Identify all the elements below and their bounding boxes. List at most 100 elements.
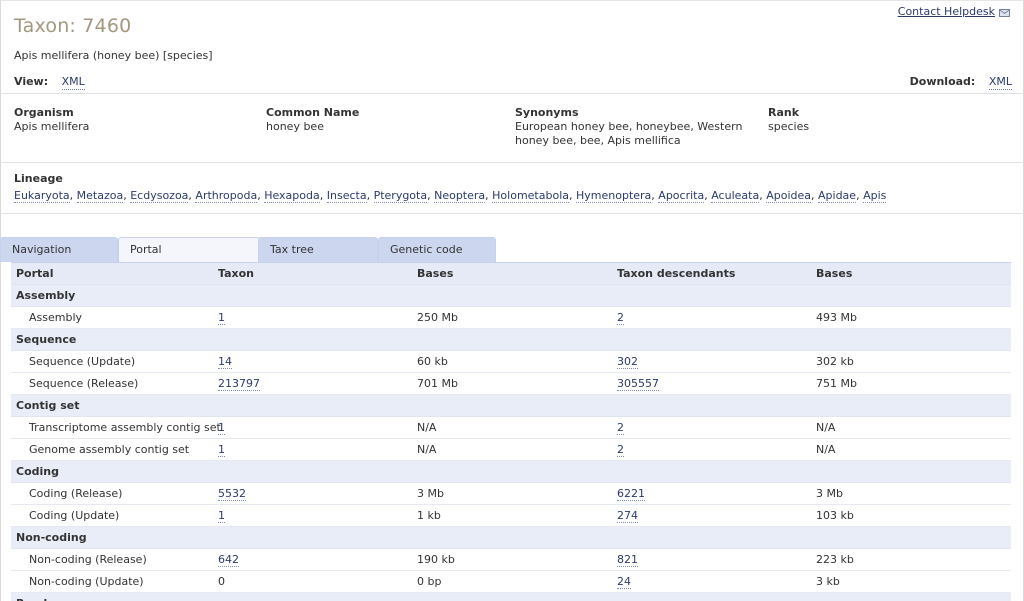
table-cell[interactable]: 642 bbox=[218, 549, 413, 571]
lineage-link-apoidea[interactable]: Apoidea bbox=[766, 189, 811, 203]
lineage-link-hymenoptera[interactable]: Hymenoptera bbox=[576, 189, 652, 203]
view-xml-link[interactable]: XML bbox=[61, 75, 85, 90]
table-cell-link[interactable]: 14 bbox=[218, 355, 232, 369]
table-cell[interactable]: 1 bbox=[218, 439, 413, 461]
table-cell: Coding (Release) bbox=[29, 487, 123, 500]
lineage-link-apocrita[interactable]: Apocrita bbox=[658, 189, 705, 203]
table-cell-link[interactable]: 5532 bbox=[218, 487, 246, 501]
table-cell[interactable]: 821 bbox=[617, 549, 812, 571]
table-cell[interactable]: 1 bbox=[218, 505, 413, 527]
table-row: Genome assembly contig set 1 N/A 2 N/A bbox=[11, 439, 1011, 461]
table-cell[interactable]: 5532 bbox=[218, 483, 413, 505]
mail-icon[interactable] bbox=[999, 7, 1010, 17]
column-header: Taxon bbox=[218, 267, 254, 280]
table-cell: Sequence (Update) bbox=[29, 355, 136, 368]
table-group-row: Coding bbox=[11, 461, 1011, 483]
tab-bar: Navigation Portal Tax tree Genetic code bbox=[0, 237, 1024, 262]
table-cell: 3 kb bbox=[816, 575, 840, 588]
table-cell[interactable]: 6221 bbox=[617, 483, 812, 505]
column-header: Portal bbox=[16, 267, 54, 280]
table-cell-link[interactable]: 6221 bbox=[617, 487, 645, 501]
lineage-link-apis[interactable]: Apis bbox=[863, 189, 887, 203]
organism-label: Organism bbox=[14, 106, 74, 119]
synonyms-value: European honey bee, honeybee, Western ho… bbox=[515, 120, 743, 147]
page-title: Taxon: 7460 bbox=[14, 15, 132, 37]
lineage-link-ecdysozoa[interactable]: Ecdysozoa bbox=[130, 189, 189, 203]
table-cell-link[interactable]: 1 bbox=[218, 443, 225, 457]
lineage-link-metazoa[interactable]: Metazoa bbox=[76, 189, 124, 203]
table-cell[interactable]: 213797 bbox=[218, 373, 413, 395]
tab-genetic-code[interactable]: Genetic code bbox=[378, 237, 496, 262]
table-row: Coding (Update) 1 1 kb 274 103 kb bbox=[11, 505, 1011, 527]
table-row: Assembly 1 250 Mb 2 493 Mb bbox=[11, 307, 1011, 329]
table-cell: N/A bbox=[816, 421, 836, 434]
table-row: Non-coding (Update) 0 0 bp 24 3 kb bbox=[11, 571, 1011, 593]
column-header: Bases bbox=[417, 267, 454, 280]
attribute-grid: Organism Apis mellifera Common Name hone… bbox=[0, 105, 1024, 163]
table-cell-link[interactable]: 24 bbox=[617, 575, 631, 589]
rank-label: Rank bbox=[768, 106, 800, 119]
rank-value: species bbox=[768, 120, 810, 133]
table-cell-link[interactable]: 1 bbox=[218, 509, 225, 523]
group-label: Coding bbox=[16, 465, 59, 478]
lineage-link-arthropoda[interactable]: Arthropoda bbox=[195, 189, 258, 203]
table-cell: 302 kb bbox=[816, 355, 854, 368]
table-cell-link[interactable]: 2 bbox=[617, 443, 624, 457]
tab-navigation[interactable]: Navigation bbox=[0, 237, 118, 262]
table-cell-link[interactable]: 2 bbox=[617, 311, 624, 325]
table-cell[interactable]: 2 bbox=[617, 307, 812, 329]
table-cell-link[interactable]: 2 bbox=[617, 421, 624, 435]
lineage-link-holometabola[interactable]: Holometabola bbox=[492, 189, 569, 203]
table-cell[interactable]: 2 bbox=[617, 417, 812, 439]
table-cell-link[interactable]: 274 bbox=[617, 509, 638, 523]
lineage-link-apidae[interactable]: Apidae bbox=[818, 189, 857, 203]
attribute-common-name: Common Name honey bee bbox=[266, 105, 506, 134]
group-label: Assembly bbox=[16, 289, 76, 302]
table-cell: 3 Mb bbox=[816, 487, 843, 500]
table-header-row: Portal Taxon Bases Taxon descendants Bases bbox=[11, 263, 1011, 285]
table-cell[interactable]: 305557 bbox=[617, 373, 812, 395]
table-group-row: Read bbox=[11, 593, 1011, 601]
table-cell-link[interactable]: 1 bbox=[218, 311, 225, 325]
lineage-link-neoptera[interactable]: Neoptera bbox=[434, 189, 486, 203]
lineage-link-pterygota[interactable]: Pterygota bbox=[373, 189, 428, 203]
table-cell-link[interactable]: 305557 bbox=[617, 377, 659, 391]
table-cell[interactable]: 1 bbox=[218, 417, 413, 439]
table-cell-link[interactable]: 213797 bbox=[218, 377, 260, 391]
group-label: Read bbox=[16, 593, 216, 601]
tab-portal[interactable]: Portal bbox=[118, 237, 260, 262]
table-cell-link[interactable]: 302 bbox=[617, 355, 638, 369]
download-xml-link[interactable]: XML bbox=[988, 75, 1012, 90]
table-cell[interactable]: 24 bbox=[617, 571, 812, 593]
table-cell[interactable]: 14 bbox=[218, 351, 413, 373]
table-cell-link[interactable]: 642 bbox=[218, 553, 239, 567]
table-cell-link[interactable]: 821 bbox=[617, 553, 638, 567]
attribute-organism: Organism Apis mellifera bbox=[14, 105, 254, 134]
lineage-link-insecta[interactable]: Insecta bbox=[326, 189, 367, 203]
lineage-link-aculeata[interactable]: Aculeata bbox=[711, 189, 760, 203]
taxon-subtitle: Apis mellifera (honey bee) [species] bbox=[14, 49, 213, 62]
lineage-link-hexapoda[interactable]: Hexapoda bbox=[264, 189, 320, 203]
view-label: View: bbox=[14, 75, 49, 88]
view-group: View: XML bbox=[14, 74, 85, 90]
common-name-label: Common Name bbox=[266, 106, 360, 119]
lineage-list: Eukaryota, Metazoa, Ecdysozoa, Arthropod… bbox=[14, 189, 887, 203]
tab-tax-tree[interactable]: Tax tree bbox=[258, 237, 378, 262]
table-cell[interactable]: 2 bbox=[617, 439, 812, 461]
group-label: Contig set bbox=[16, 399, 80, 412]
taxon-page: Contact Helpdesk Taxon: 7460 Apis mellif… bbox=[0, 0, 1024, 601]
table-cell[interactable]: 302 bbox=[617, 351, 812, 373]
table-cell[interactable]: 1 bbox=[218, 307, 413, 329]
table-cell[interactable]: 274 bbox=[617, 505, 812, 527]
table-cell: 3 Mb bbox=[417, 487, 444, 500]
table-group-row: Sequence bbox=[11, 329, 1011, 351]
table-group-row: Assembly bbox=[11, 285, 1011, 307]
group-label: Sequence bbox=[16, 333, 77, 346]
table-cell: 1 kb bbox=[417, 509, 441, 522]
table-cell-link[interactable]: 1 bbox=[218, 421, 225, 435]
lineage-link-eukaryota[interactable]: Eukaryota bbox=[14, 189, 70, 203]
contact-helpdesk-link[interactable]: Contact Helpdesk bbox=[898, 5, 995, 18]
organism-value: Apis mellifera bbox=[14, 120, 90, 133]
table-cell: Assembly bbox=[29, 311, 83, 324]
helpdesk-bar: Contact Helpdesk bbox=[898, 5, 1010, 19]
